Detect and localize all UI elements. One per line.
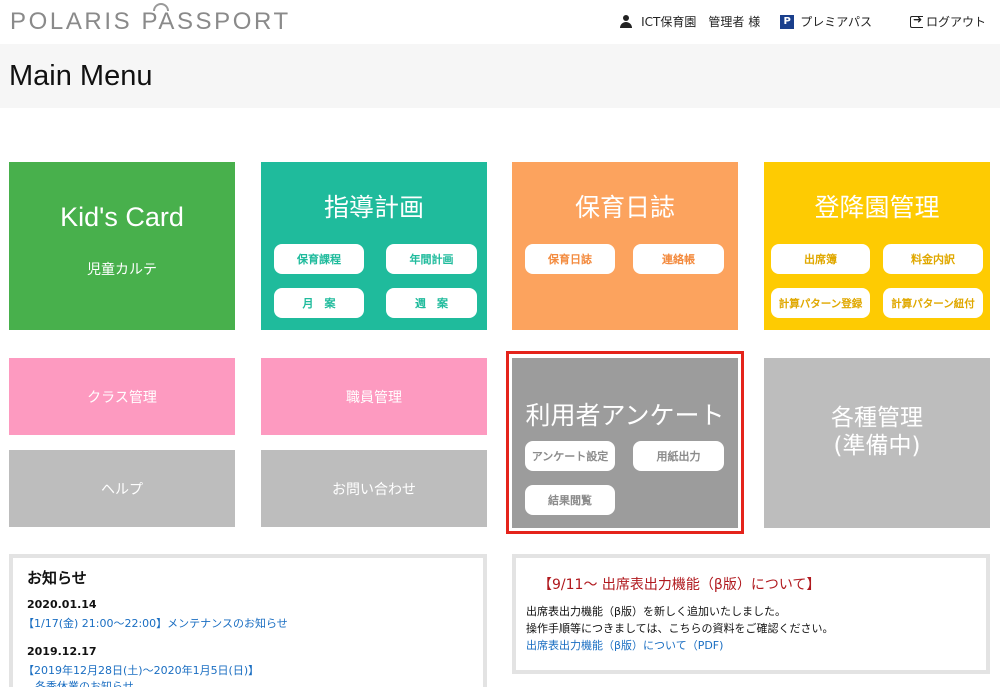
logout-icon[interactable] xyxy=(909,13,923,28)
help-label: ヘルプ xyxy=(101,481,143,498)
news-date: 2020.01.14 xyxy=(27,598,97,611)
kids-card-subtitle: 児童カルテ xyxy=(87,262,157,278)
header-user-area: ICT保育園 管理者 様 P プレミアパス ログアウト xyxy=(620,13,986,30)
kids-card-title: Kid's Card xyxy=(60,202,184,232)
btn-weekly-plan[interactable]: 週 案 xyxy=(386,288,477,318)
news-link-continued[interactable]: 冬季休業のお知らせ xyxy=(35,678,134,687)
btn-calc-pattern-link[interactable]: 計算パターン紐付 xyxy=(883,288,983,318)
tile-childcare-diary: 保育日誌 保育日誌 連絡帳 xyxy=(512,162,738,330)
guidance-plan-title[interactable]: 指導計画 xyxy=(261,188,487,224)
class-mgmt-label: クラス管理 xyxy=(87,389,157,406)
news-link[interactable]: 【2019年12月28日(土)〜2020年1月5日(日)】 xyxy=(23,662,259,678)
tile-guidance-plan: 指導計画 保育課程 年間計画 月 案 週 案 xyxy=(261,162,487,330)
user-facility: ICT保育園 xyxy=(641,15,697,29)
contact-label: お問い合わせ xyxy=(332,481,416,498)
btn-childcare-curriculum[interactable]: 保育課程 xyxy=(274,244,364,274)
btn-attendance-register[interactable]: 出席簿 xyxy=(771,244,870,274)
btn-calc-pattern-register[interactable]: 計算パターン登録 xyxy=(771,288,870,318)
title-bar: Main Menu xyxy=(0,44,1000,108)
notice-line: 操作手順等につきましては、こちらの資料をご確認ください。 xyxy=(526,622,834,635)
logo-signal-icon xyxy=(153,3,169,11)
staff-mgmt-label: 職員管理 xyxy=(346,389,402,406)
btn-monthly-plan[interactable]: 月 案 xyxy=(274,288,364,318)
notice-line: 出席表出力機能（β版）を新しく追加いたしました。 xyxy=(526,605,787,618)
logout-link[interactable]: ログアウト xyxy=(926,13,986,30)
attendance-mgmt-title[interactable]: 登降園管理 xyxy=(764,188,990,224)
misc-mgmt-title-line2: (準備中) xyxy=(833,433,921,459)
btn-childcare-diary[interactable]: 保育日誌 xyxy=(525,244,615,274)
premium-pass-link[interactable]: プレミアパス xyxy=(800,13,872,30)
tile-attendance-mgmt: 登降園管理 出席簿 料金内訳 計算パターン登録 計算パターン紐付 xyxy=(764,162,990,330)
selection-highlight xyxy=(506,351,744,534)
btn-fee-breakdown[interactable]: 料金内訳 xyxy=(883,244,983,274)
news-panel: お知らせ 2020.01.14 【1/17(金) 21:00〜22:00】メンテ… xyxy=(9,554,487,687)
tile-help[interactable]: ヘルプ xyxy=(9,450,235,527)
app-logo[interactable]: POLARIS PASSPORT xyxy=(10,8,291,36)
news-title: お知らせ xyxy=(27,569,87,587)
childcare-diary-title[interactable]: 保育日誌 xyxy=(512,188,738,224)
notice-heading: 【9/11〜 出席表出力機能（β版）について】 xyxy=(538,577,821,593)
page-title: Main Menu xyxy=(9,60,153,92)
tile-class-mgmt[interactable]: クラス管理 xyxy=(9,358,235,435)
logo-text: POLARIS PASSPORT xyxy=(10,8,291,35)
user-name: 管理者 様 xyxy=(708,15,761,29)
tile-contact[interactable]: お問い合わせ xyxy=(261,450,487,527)
news-date: 2019.12.17 xyxy=(27,645,97,658)
btn-annual-plan[interactable]: 年間計画 xyxy=(386,244,477,274)
premium-pass-icon: P xyxy=(780,14,795,29)
tile-staff-mgmt[interactable]: 職員管理 xyxy=(261,358,487,435)
notice-pdf-link[interactable]: 出席表出力機能（β版）について（PDF) xyxy=(526,637,723,653)
news-link[interactable]: 【1/17(金) 21:00〜22:00】メンテナンスのお知らせ xyxy=(23,615,288,631)
top-header: POLARIS PASSPORT ICT保育園 管理者 様 P プレミアパス ロ… xyxy=(0,0,1000,44)
tile-kids-card[interactable]: Kid's Card 児童カルテ xyxy=(9,162,235,330)
notice-panel: 【9/11〜 出席表出力機能（β版）について】 出席表出力機能（β版）を新しく追… xyxy=(512,554,990,674)
btn-contact-book[interactable]: 連絡帳 xyxy=(633,244,724,274)
tile-misc-mgmt[interactable]: 各種管理 (準備中) xyxy=(764,358,990,528)
user-icon xyxy=(620,15,633,28)
